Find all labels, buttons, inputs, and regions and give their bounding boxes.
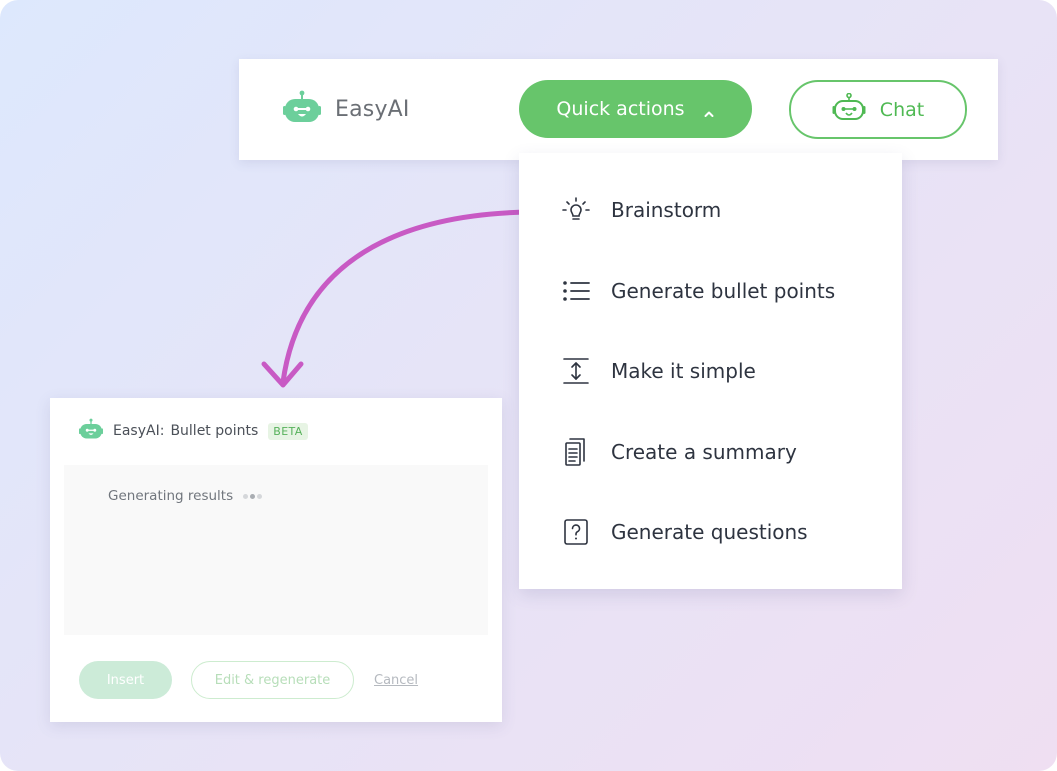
chat-label: Chat [879, 98, 925, 121]
robot-logo-icon [283, 90, 321, 128]
menu-item-label: Brainstorm [611, 198, 722, 222]
robot-chat-icon [832, 92, 866, 126]
menu-item-brainstorm[interactable]: Brainstorm [559, 193, 721, 227]
generating-label: Generating results [108, 488, 234, 504]
document-icon [559, 435, 593, 469]
robot-logo-icon [79, 418, 103, 444]
toolbar: EasyAI Quick actions Chat [239, 59, 998, 160]
menu-item-label: Generate bullet points [611, 279, 836, 303]
menu-item-summary[interactable]: Create a summary [559, 435, 797, 469]
chat-button[interactable]: Chat [789, 80, 967, 139]
edit-regenerate-button[interactable]: Edit & regenerate [191, 661, 354, 699]
quick-actions-menu: Brainstorm Generate bullet points Make i… [519, 153, 902, 589]
menu-item-questions[interactable]: Generate questions [559, 515, 808, 549]
menu-item-label: Make it simple [611, 359, 756, 383]
quick-actions-button[interactable]: Quick actions [519, 80, 752, 138]
loading-dots-icon [243, 493, 264, 499]
menu-item-bullet-points[interactable]: Generate bullet points [559, 274, 835, 308]
question-icon [559, 515, 593, 549]
menu-item-make-simple[interactable]: Make it simple [559, 354, 756, 388]
chevron-up-icon [703, 103, 715, 117]
simplify-icon [559, 354, 593, 388]
status-text: Generating results [108, 488, 264, 504]
panel-header: EasyAI: Bullet points BETA [79, 418, 308, 444]
lightbulb-icon [559, 193, 593, 227]
brand-name: EasyAI [335, 96, 410, 122]
beta-badge: BETA [268, 422, 308, 440]
results-area: Generating results [64, 465, 488, 635]
menu-item-label: Create a summary [611, 440, 797, 464]
bullet-points-panel: EasyAI: Bullet points BETA Generating re… [50, 398, 502, 722]
insert-button[interactable]: Insert [79, 661, 172, 699]
bullet-list-icon [559, 274, 593, 308]
panel-subtitle: Bullet points [170, 423, 259, 439]
brand: EasyAI [283, 90, 410, 128]
background-canvas: EasyAI Quick actions Chat Brainstorm Gen… [0, 0, 1057, 771]
quick-actions-label: Quick actions [556, 98, 685, 120]
menu-item-label: Generate questions [611, 520, 808, 544]
cancel-link[interactable]: Cancel [374, 673, 418, 688]
panel-title: EasyAI: [113, 423, 165, 439]
